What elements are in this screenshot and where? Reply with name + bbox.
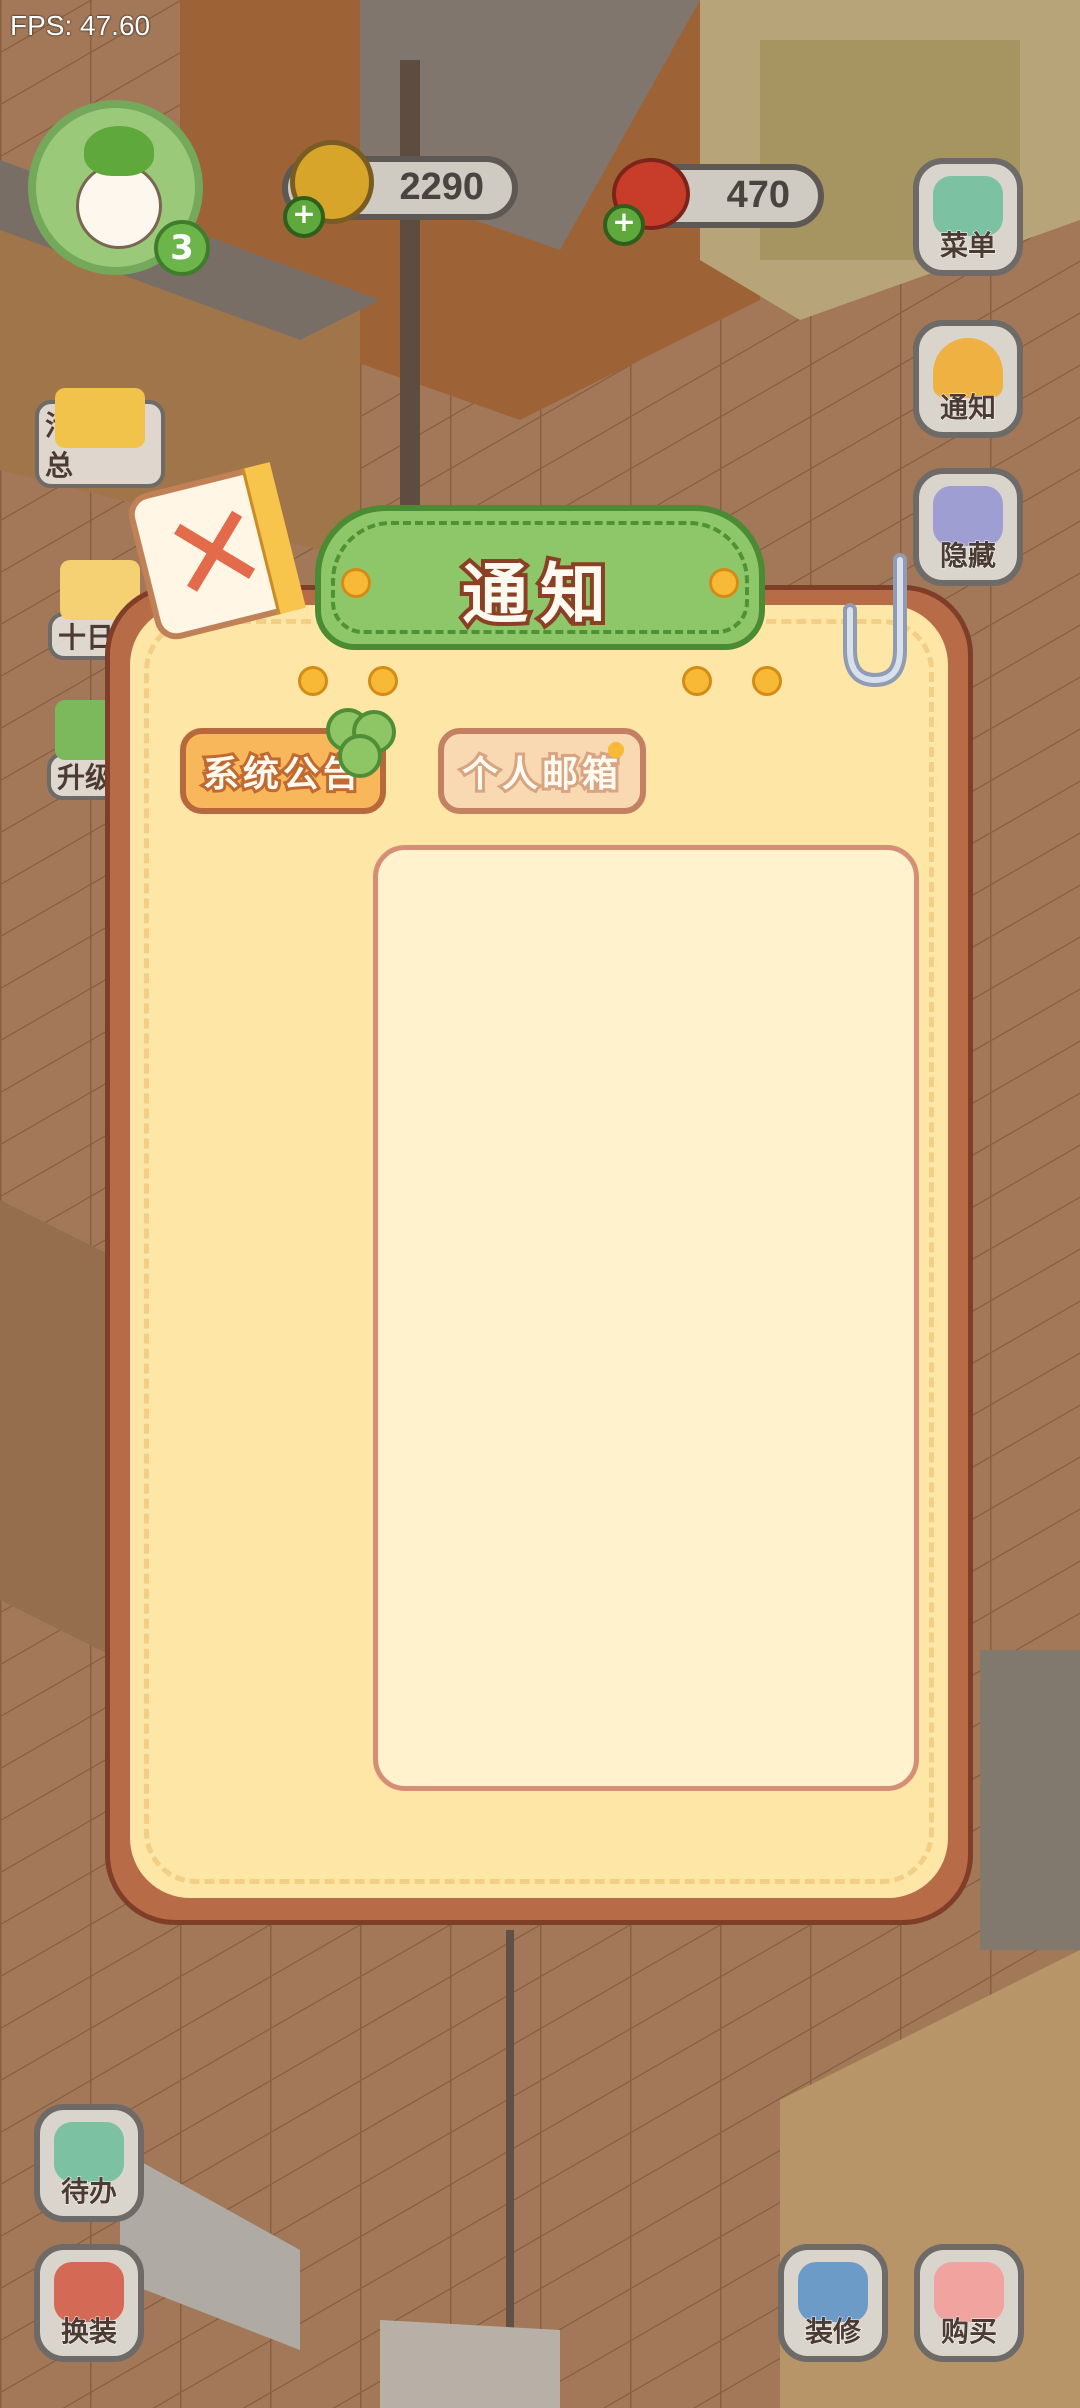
notice-button[interactable]: 通知 — [913, 320, 1023, 438]
events-summary-button[interactable]: 活动汇总 — [35, 388, 165, 488]
paper-clip-icon — [843, 553, 907, 688]
hide-button[interactable]: 隐藏 — [913, 468, 1023, 586]
decorate-label: 装修 — [804, 2315, 861, 2349]
dress-label: 换装 — [60, 2315, 117, 2349]
decor-dot — [682, 666, 712, 696]
crown-icon — [55, 388, 145, 448]
decor-dot — [298, 666, 328, 696]
todo-button[interactable]: 待办 — [34, 2104, 144, 2222]
player-avatar[interactable]: 3 — [28, 100, 210, 276]
dress-button[interactable]: 换装 — [34, 2244, 144, 2362]
decor-dot — [368, 666, 398, 696]
buy-label: 购买 — [940, 2315, 997, 2349]
notice-label: 通知 — [939, 391, 996, 425]
hide-label: 隐藏 — [939, 539, 996, 573]
level-badge: 3 — [154, 220, 210, 276]
todo-label: 待办 — [60, 2175, 117, 2209]
unread-dot — [608, 742, 624, 758]
menu-button[interactable]: 菜单 — [913, 158, 1023, 276]
menu-label: 菜单 — [939, 229, 996, 263]
add-coins-button[interactable]: + — [283, 196, 325, 238]
dialog-title-tag: 通知 — [315, 505, 765, 650]
add-tomatoes-button[interactable]: + — [603, 204, 645, 246]
decor-dot — [752, 666, 782, 696]
announcement-content-area[interactable] — [373, 845, 919, 1791]
dialog-title: 通知 — [458, 552, 618, 637]
clover-icon — [326, 708, 396, 778]
level-number: 3 — [170, 228, 194, 268]
tomato-amount: 470 — [726, 174, 790, 216]
tab-personal-mailbox[interactable]: 个人邮箱 — [438, 728, 646, 814]
decorate-button[interactable]: 装修 — [778, 2244, 888, 2362]
fps-counter: FPS: 47.60 — [10, 10, 151, 41]
coin-amount: 2290 — [399, 166, 484, 208]
buy-button[interactable]: 购买 — [914, 2244, 1024, 2362]
leaf-icon — [84, 126, 154, 176]
